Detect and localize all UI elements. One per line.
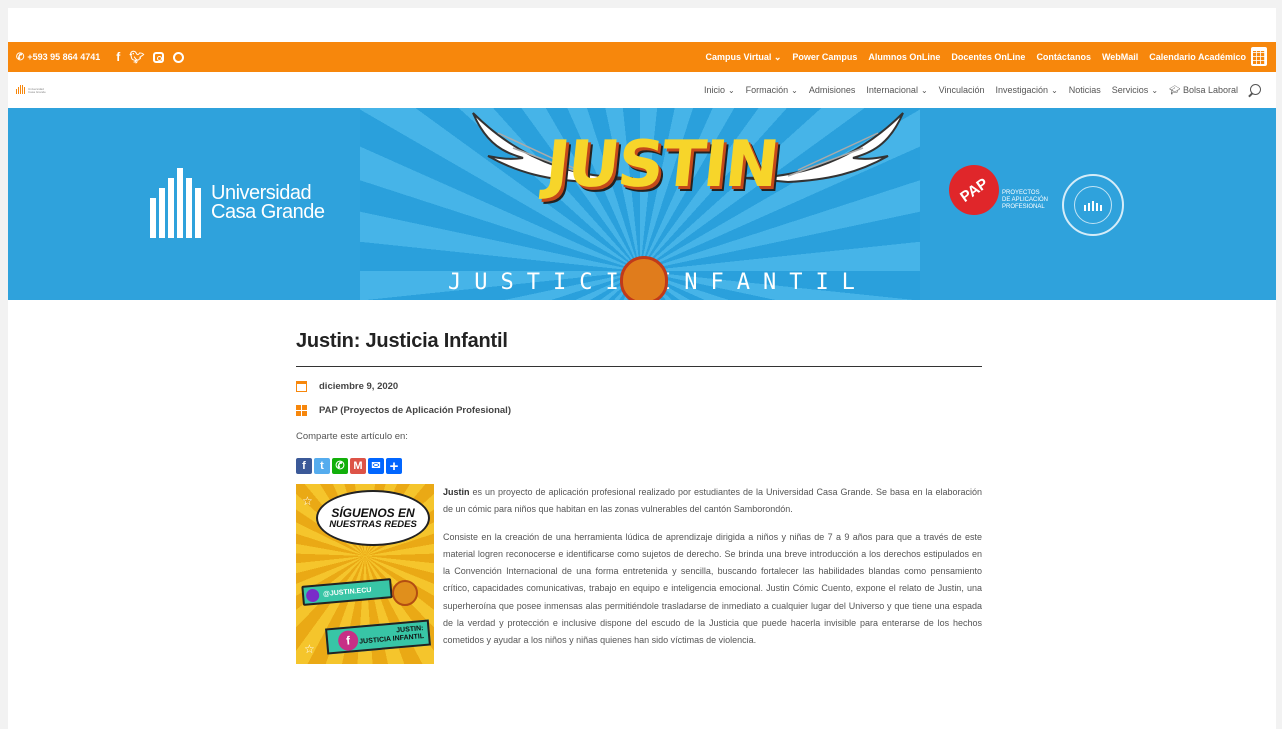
banner-title: JUSTIN bbox=[542, 128, 781, 202]
chevron-down-icon: ⌄ bbox=[920, 86, 928, 95]
email-share-icon[interactable]: ✉ bbox=[368, 458, 384, 474]
article-body: ☆ ☆ SÍGUENOS EN NUESTRAS REDES @JUSTIN.E… bbox=[296, 484, 982, 664]
nav-menu: Inicio ⌄ Formación ⌄ Admisiones Internacio… bbox=[704, 72, 1238, 108]
article-date-text: diciembre 9, 2020 bbox=[319, 380, 399, 392]
page-frame: ✆ +593 95 864 4741 f 🐦︎ Campus Virtual ⌄… bbox=[8, 8, 1276, 729]
nav-item-vinculacion[interactable]: Vinculación bbox=[939, 85, 985, 95]
search-icon[interactable] bbox=[1250, 84, 1261, 95]
poster-page-text: JUSTIN: JUSTICIA INFANTIL bbox=[358, 625, 424, 647]
chevron-down-icon: ⌄ bbox=[791, 86, 798, 95]
phone-number: +593 95 864 4741 bbox=[27, 52, 101, 62]
phone-icon: ✆ bbox=[16, 51, 25, 63]
article-bold-lead: Justin bbox=[443, 487, 470, 497]
article-title: Justin: Justicia Infantil bbox=[296, 330, 508, 352]
pap-line: DE APLICACIÓN bbox=[1002, 197, 1049, 203]
chevron-down-icon: ⌄ bbox=[1051, 86, 1058, 95]
calendar-icon[interactable] bbox=[1251, 47, 1267, 66]
poster-page-line2: JUSTICIA INFANTIL bbox=[358, 632, 425, 646]
title-divider bbox=[296, 366, 982, 367]
university-seal-icon bbox=[1062, 174, 1124, 236]
twitter-icon[interactable]: 🐦︎ bbox=[129, 50, 144, 64]
pap-logo: PAP bbox=[939, 155, 1009, 225]
star-icon: ☆ bbox=[302, 494, 313, 508]
top-link-label: Campus Virtual bbox=[705, 51, 772, 62]
twitter-share-icon[interactable]: t bbox=[314, 458, 330, 474]
nav-item-servicios[interactable]: Servicios ⌄ bbox=[1112, 85, 1158, 95]
nav-item-formacion[interactable]: Formación ⌄ bbox=[746, 85, 798, 95]
article-text: Justin es un proyecto de aplicación prof… bbox=[443, 484, 982, 664]
nav-item-label: Formación bbox=[745, 85, 789, 95]
nav-item-label: Internacional bbox=[866, 85, 918, 95]
gmail-share-icon[interactable]: M bbox=[350, 458, 366, 474]
top-link-contactanos[interactable]: Contáctanos bbox=[1036, 52, 1091, 62]
instagram-icon bbox=[305, 587, 320, 603]
share-buttons: f t ✆ M ✉ + bbox=[296, 458, 982, 474]
pap-line: PROFESIONAL bbox=[1002, 204, 1045, 210]
site-logo-text: Universidad Casa Grande bbox=[28, 87, 46, 94]
nav-item-label: Investigación bbox=[995, 85, 1049, 95]
top-link-webmail[interactable]: WebMail bbox=[1102, 52, 1138, 62]
graduation-cap-icon: 🎓︎ bbox=[1169, 84, 1183, 95]
poster-facebook-page: f JUSTIN: JUSTICIA INFANTIL bbox=[325, 619, 431, 655]
banner-subtitle-right: INFANTIL bbox=[657, 270, 868, 295]
facebook-share-icon[interactable]: f bbox=[296, 458, 312, 474]
article-category: PAP (Proyectos de Aplicación Profesional… bbox=[296, 403, 982, 417]
poster-line2: NUESTRAS REDES bbox=[329, 518, 417, 530]
article-paragraph-2: Consiste en la creación de una herramien… bbox=[443, 531, 982, 646]
more-share-icon[interactable]: + bbox=[386, 458, 402, 474]
chevron-down-icon: ⌄ bbox=[727, 86, 735, 95]
poster-handle-text: @JUSTIN.ECU bbox=[322, 586, 372, 598]
lion-icon bbox=[392, 580, 418, 606]
calendar-icon bbox=[296, 380, 307, 392]
poster-speech-bubble: SÍGUENOS EN NUESTRAS REDES bbox=[316, 490, 430, 546]
university-logo: Universidad Casa Grande bbox=[150, 168, 325, 238]
instagram-icon[interactable] bbox=[153, 51, 165, 63]
nav-item-bolsa-laboral[interactable]: 🎓︎ Bolsa Laboral bbox=[1169, 85, 1238, 96]
article-paragraph-1-text: es un proyecto de aplicación profesional… bbox=[443, 487, 982, 515]
hero-banner: Universidad Casa Grande JUSTIN JUSTICIA … bbox=[8, 108, 1276, 300]
university-name: Universidad Casa Grande bbox=[211, 183, 325, 223]
poster-instagram-handle: @JUSTIN.ECU bbox=[301, 578, 393, 606]
facebook-icon: f bbox=[337, 629, 360, 652]
facebook-icon[interactable]: f bbox=[116, 50, 120, 64]
top-link-calendario-academico[interactable]: Calendario Académico bbox=[1149, 52, 1246, 62]
chevron-down-icon: ⌄ bbox=[773, 51, 782, 62]
top-link-docentes-online[interactable]: Docentes OnLine bbox=[951, 52, 1025, 62]
poster-line1: SÍGUENOS EN bbox=[331, 505, 415, 520]
phone-link[interactable]: ✆ +593 95 864 4741 bbox=[16, 52, 100, 63]
justice-shield-icon bbox=[620, 256, 668, 300]
nav-item-label: Bolsa Laboral bbox=[1182, 84, 1238, 95]
chevron-down-icon: ⌄ bbox=[1151, 86, 1159, 95]
top-link-power-campus[interactable]: Power Campus bbox=[792, 52, 857, 62]
top-links: Campus Virtual ⌄ Power Campus Alumnos On… bbox=[705, 42, 1246, 72]
nav-item-noticias[interactable]: Noticias bbox=[1069, 85, 1101, 95]
top-link-campus-virtual[interactable]: Campus Virtual ⌄ bbox=[705, 52, 781, 63]
nav-item-inicio[interactable]: Inicio ⌄ bbox=[704, 85, 735, 95]
article-poster[interactable]: ☆ ☆ SÍGUENOS EN NUESTRAS REDES @JUSTIN.E… bbox=[296, 484, 434, 664]
whatsapp-icon[interactable] bbox=[173, 51, 185, 63]
article: Justin: Justicia Infantil diciembre 9, 2… bbox=[296, 330, 982, 664]
nav-item-admisiones[interactable]: Admisiones bbox=[809, 85, 856, 95]
nav-item-label: Servicios bbox=[1111, 85, 1149, 95]
banner-subtitle: JUSTICIA INFANTIL bbox=[448, 256, 855, 300]
pap-logo-text: PROYECTOS DE APLICACIÓN PROFESIONAL bbox=[1002, 190, 1048, 211]
share-label: Comparte este artículo en: bbox=[296, 431, 408, 442]
category-icon bbox=[296, 404, 307, 416]
nav-item-investigacion[interactable]: Investigación ⌄ bbox=[996, 85, 1058, 95]
article-paragraph-1: Justin es un proyecto de aplicación prof… bbox=[443, 484, 982, 519]
whatsapp-share-icon[interactable]: ✆ bbox=[332, 458, 348, 474]
university-logo-mark bbox=[150, 168, 201, 238]
article-date: diciembre 9, 2020 bbox=[296, 379, 982, 393]
nav-item-label: Inicio bbox=[703, 85, 725, 95]
university-name-line2: Casa Grande bbox=[211, 201, 325, 223]
social-links: f 🐦︎ bbox=[116, 50, 185, 64]
article-category-link[interactable]: PAP (Proyectos de Aplicación Profesional… bbox=[319, 405, 511, 416]
pap-line: PROYECTOS bbox=[1002, 190, 1040, 196]
nav-item-internacional[interactable]: Internacional ⌄ bbox=[866, 85, 927, 95]
main-nav: Universidad Casa Grande Inicio ⌄ Formación… bbox=[8, 72, 1276, 108]
star-icon: ☆ bbox=[304, 642, 315, 656]
top-bar: ✆ +593 95 864 4741 f 🐦︎ Campus Virtual ⌄… bbox=[8, 42, 1276, 72]
site-logo[interactable]: Universidad Casa Grande bbox=[16, 85, 46, 94]
top-link-alumnos-online[interactable]: Alumnos OnLine bbox=[868, 52, 940, 62]
